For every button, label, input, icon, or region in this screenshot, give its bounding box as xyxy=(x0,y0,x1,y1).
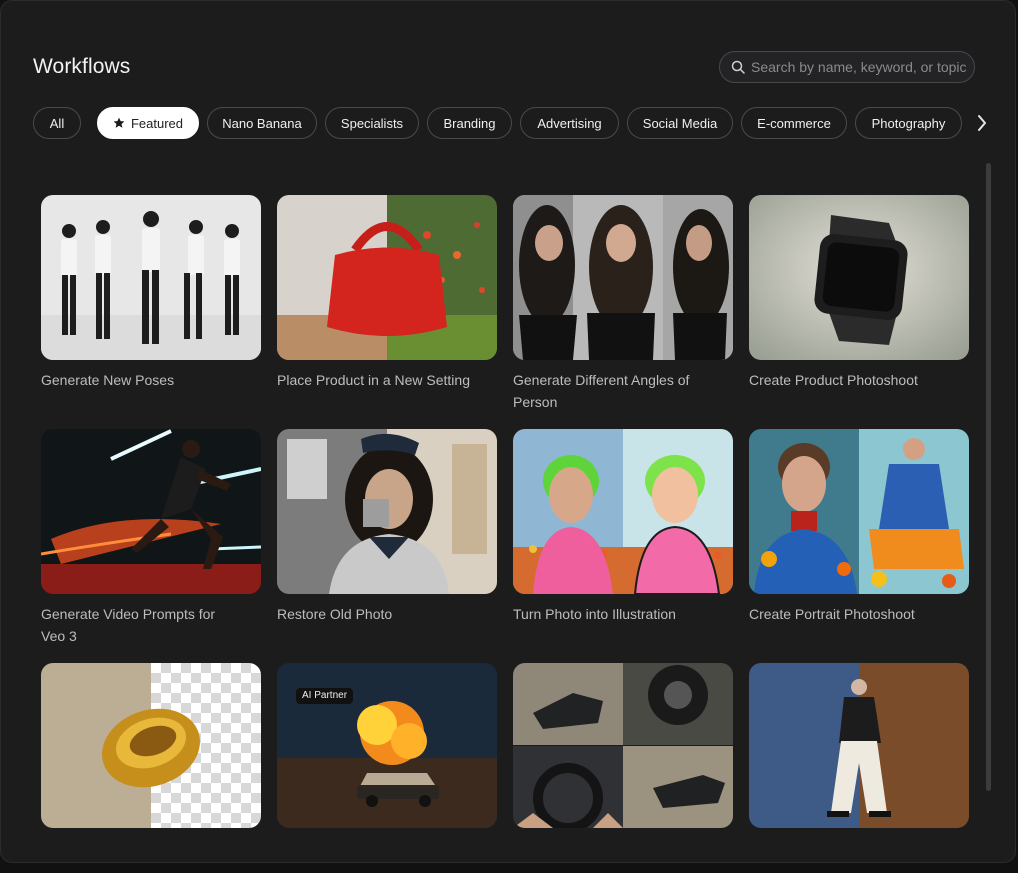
chip-label: Advertising xyxy=(537,116,602,131)
card-title: Create Product Photoshoot xyxy=(749,372,918,388)
card-thumbnail: AI Partner xyxy=(277,663,497,828)
workflow-card-fashion-model[interactable] xyxy=(749,663,969,837)
card-thumbnail xyxy=(749,429,969,594)
card-thumbnail xyxy=(277,429,497,594)
workflow-card-restore-photo[interactable]: Restore Old Photo xyxy=(277,429,497,625)
card-title: Generate Video Prompts for Veo 3 xyxy=(41,606,216,644)
workflow-card-explosion-car[interactable]: AI Partner xyxy=(277,663,497,837)
workflow-card-ring-background[interactable] xyxy=(41,663,261,837)
card-thumbnail xyxy=(41,663,261,828)
filter-bar: All Featured Nano Banana Specialists Bra… xyxy=(33,107,986,139)
filter-chip-all[interactable]: All xyxy=(33,107,81,139)
chip-label: Specialists xyxy=(340,116,404,131)
chip-label: Photography xyxy=(871,116,946,131)
chip-label: E-commerce xyxy=(757,116,831,131)
workflow-card-video-prompts[interactable]: Generate Video Prompts for Veo 3 xyxy=(41,429,261,647)
card-title: Place Product in a New Setting xyxy=(277,372,470,388)
chip-label: All xyxy=(49,116,65,131)
filter-chip-specialists[interactable]: Specialists xyxy=(325,107,419,139)
search-box[interactable] xyxy=(719,51,975,83)
chip-label: Social Media xyxy=(642,116,718,131)
card-title: Restore Old Photo xyxy=(277,606,393,622)
workflow-card-portrait-photoshoot[interactable]: Create Portrait Photoshoot xyxy=(749,429,969,625)
card-thumbnail xyxy=(749,663,969,828)
filter-chip-nano-banana[interactable]: Nano Banana xyxy=(207,107,317,139)
search-input[interactable] xyxy=(751,52,971,82)
filter-chip-branding[interactable]: Branding xyxy=(427,107,512,139)
filter-chip-advertising[interactable]: Advertising xyxy=(520,107,619,139)
ai-partner-badge: AI Partner xyxy=(296,688,354,704)
card-title: Generate Different Angles of Person xyxy=(513,372,690,410)
workflow-card-different-angles[interactable]: Generate Different Angles of Person xyxy=(513,195,733,413)
card-thumbnail xyxy=(41,195,261,360)
card-title: Generate New Poses xyxy=(41,372,175,388)
card-thumbnail xyxy=(513,429,733,594)
star-icon xyxy=(113,117,125,128)
page-title: Workflows xyxy=(33,55,131,78)
filter-chip-photography[interactable]: Photography xyxy=(855,107,962,139)
filter-chip-e-commerce[interactable]: E-commerce xyxy=(741,107,847,139)
workflow-card-generate-new-poses[interactable]: Generate New Poses xyxy=(41,195,261,391)
card-thumbnail xyxy=(749,195,969,360)
workflow-card-car-scenes[interactable] xyxy=(513,663,733,837)
card-thumbnail xyxy=(277,195,497,360)
workflow-card-photo-illustration[interactable]: Turn Photo into Illustration xyxy=(513,429,733,625)
card-thumbnail xyxy=(513,195,733,360)
filter-chip-featured[interactable]: Featured xyxy=(97,107,199,139)
workflows-panel: Workflows All Featured Nano Banana Speci… xyxy=(0,0,1016,863)
workflow-card-place-product[interactable]: Place Product in a New Setting xyxy=(277,195,497,391)
chip-label: Branding xyxy=(443,116,496,131)
chip-label: Featured xyxy=(130,116,184,131)
search-icon xyxy=(731,60,745,74)
chevron-right-icon[interactable] xyxy=(977,114,987,132)
chip-label: Nano Banana xyxy=(222,116,302,131)
filter-chip-social-media[interactable]: Social Media xyxy=(627,107,733,139)
card-thumbnail xyxy=(41,429,261,594)
workflow-card-product-photoshoot[interactable]: Create Product Photoshoot xyxy=(749,195,969,391)
card-title: Turn Photo into Illustration xyxy=(513,606,676,622)
card-title: Create Portrait Photoshoot xyxy=(749,606,915,622)
scrollbar[interactable] xyxy=(986,163,991,791)
card-thumbnail xyxy=(513,663,733,828)
